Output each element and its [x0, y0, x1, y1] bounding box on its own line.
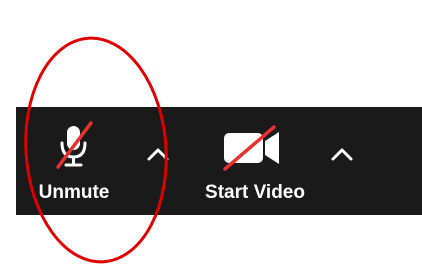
- video-options-caret-button[interactable]: [324, 137, 360, 173]
- start-video-label: Start Video: [205, 182, 305, 203]
- unmute-label: Unmute: [38, 182, 110, 203]
- screenshot-stage: Unmute Start Video: [0, 0, 422, 267]
- audio-options-caret-button[interactable]: [140, 137, 176, 173]
- chevron-up-icon: [147, 148, 169, 161]
- meeting-controls-toolbar: Unmute Start Video: [16, 107, 422, 215]
- chevron-up-icon: [331, 148, 353, 161]
- start-video-button[interactable]: Start Video: [180, 107, 330, 215]
- microphone-muted-icon: [56, 121, 93, 169]
- unmute-button[interactable]: Unmute: [16, 107, 132, 215]
- video-camera-off-icon: [223, 125, 279, 171]
